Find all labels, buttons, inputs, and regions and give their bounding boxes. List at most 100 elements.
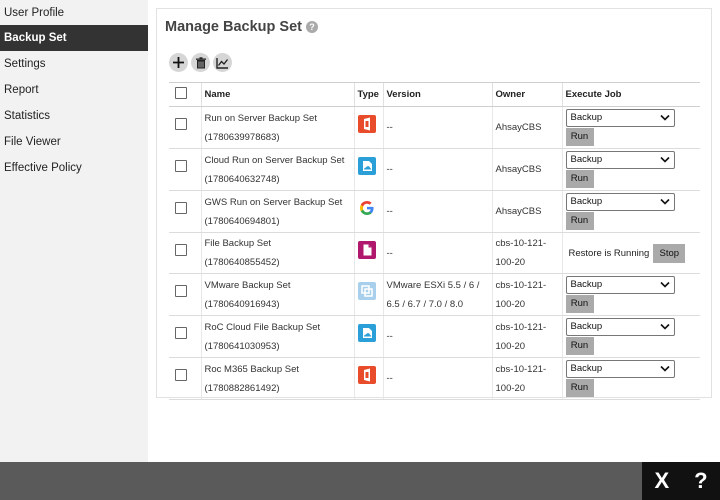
table-row: File Backup Set (1780640855452) -- cbs-10… xyxy=(169,232,700,274)
sidebar-item-statistics[interactable]: Statistics xyxy=(0,103,148,129)
version-cell: -- xyxy=(382,315,492,358)
backup-set-id: (1780640916943) xyxy=(204,298,280,310)
row-checkbox[interactable] xyxy=(175,118,187,130)
owner-cell: cbs-10-121-100-20 xyxy=(491,273,562,316)
bottom-actions: X ? xyxy=(642,462,720,500)
backup-set-name[interactable]: Run on Server Backup Set xyxy=(205,109,354,128)
backup-set-name-cell[interactable]: RoC Cloud File Backup Set (1780641030953) xyxy=(200,315,354,358)
version-cell: -- xyxy=(382,232,492,274)
version-cell: VMware ESXi 5.5 / 6 / 6.5 / 6.7 / 7.0 / … xyxy=(382,273,492,316)
column-header-type[interactable]: Type xyxy=(353,82,383,107)
chevron-down-icon xyxy=(659,114,670,121)
column-header-owner[interactable]: Owner xyxy=(491,82,562,107)
backup-set-name-cell[interactable]: Run on Server Backup Set (1780639978683) xyxy=(200,106,354,149)
chevron-down-icon xyxy=(659,198,670,205)
table-row: GWS Run on Server Backup Set (17806406948… xyxy=(169,190,700,233)
backup-set-id: (1780882861492) xyxy=(204,382,280,394)
version-cell: -- xyxy=(382,190,492,233)
row-checkbox[interactable] xyxy=(175,285,187,297)
table-row: RoC Cloud File Backup Set (1780641030953)… xyxy=(169,315,700,358)
sidebar-item-settings[interactable]: Settings xyxy=(0,51,148,77)
sidebar-item-backup-set[interactable]: Backup Set xyxy=(0,25,148,51)
owner-cell: AhsayCBS xyxy=(491,190,562,233)
backup-set-name[interactable]: Roc M365 Backup Set xyxy=(205,360,354,379)
table-header-row: Name Type Version Owner Execute Job xyxy=(169,82,700,107)
backup-set-name-cell[interactable]: File Backup Set (1780640855452) xyxy=(200,232,354,274)
sidebar: User Profile Backup Set Settings Report … xyxy=(0,0,148,462)
chart-icon[interactable] xyxy=(213,53,232,72)
backup-set-name-cell[interactable]: Cloud Run on Server Backup Set (178064063… xyxy=(200,148,354,191)
run-button[interactable]: Run xyxy=(565,128,594,146)
panel-header: Manage Backup Set ? xyxy=(165,19,318,35)
select-all-checkbox[interactable] xyxy=(175,87,187,99)
owner-cell: cbs-10-121-100-20 xyxy=(491,357,562,400)
backup-set-name[interactable]: GWS Run on Server Backup Set xyxy=(205,193,354,212)
chevron-down-icon xyxy=(659,365,670,372)
backup-set-name[interactable]: File Backup Set xyxy=(205,234,354,253)
google-icon xyxy=(357,199,376,217)
cloud-file-icon xyxy=(357,157,376,175)
owner-cell: AhsayCBS xyxy=(491,106,562,149)
backup-set-id: (1780639978683) xyxy=(204,131,280,143)
sidebar-item-file-viewer[interactable]: File Viewer xyxy=(0,129,148,155)
bottom-bar: X ? xyxy=(0,462,720,500)
backup-set-name-cell[interactable]: Roc M365 Backup Set (1780882861492) xyxy=(200,357,354,400)
office365-icon xyxy=(357,115,376,133)
add-icon[interactable] xyxy=(169,53,188,72)
toolbar xyxy=(169,53,232,72)
delete-icon[interactable] xyxy=(191,53,210,72)
sidebar-item-user-profile[interactable]: User Profile xyxy=(0,0,148,25)
stop-button[interactable]: Stop xyxy=(653,243,686,263)
run-button[interactable]: Run xyxy=(565,295,594,313)
row-checkbox[interactable] xyxy=(175,327,187,339)
owner-cell: cbs-10-121-100-20 xyxy=(491,232,562,274)
run-button[interactable]: Run xyxy=(565,212,594,230)
backup-set-name-cell[interactable]: GWS Run on Server Backup Set (17806406948… xyxy=(200,190,354,233)
chevron-down-icon xyxy=(659,323,670,330)
run-button[interactable]: Run xyxy=(565,379,594,397)
app-window: User Profile Backup Set Settings Report … xyxy=(0,0,720,500)
backup-set-name[interactable]: VMware Backup Set xyxy=(205,276,354,295)
chevron-down-icon xyxy=(659,156,670,163)
help-icon[interactable]: ? xyxy=(306,21,318,33)
page-title: Manage Backup Set xyxy=(165,19,302,35)
row-checkbox[interactable] xyxy=(175,202,187,214)
office365-icon xyxy=(357,366,376,384)
chevron-down-icon xyxy=(659,281,670,288)
sidebar-item-report[interactable]: Report xyxy=(0,77,148,103)
version-cell: -- xyxy=(382,148,492,191)
job-type-select[interactable]: Backup xyxy=(565,151,675,169)
backup-set-name-cell[interactable]: VMware Backup Set (1780640916943) xyxy=(200,273,354,316)
sidebar-item-effective-policy[interactable]: Effective Policy xyxy=(0,155,148,181)
column-header-execute-job: Execute Job xyxy=(561,82,700,107)
run-button[interactable]: Run xyxy=(565,337,594,355)
table-row: Run on Server Backup Set (1780639978683) … xyxy=(169,106,700,149)
vmware-icon xyxy=(357,282,376,300)
backup-set-id: (1780640855452) xyxy=(204,257,280,268)
row-checkbox[interactable] xyxy=(175,369,187,381)
help-icon[interactable]: ? xyxy=(694,468,707,494)
table-row: Cloud Run on Server Backup Set (178064063… xyxy=(169,148,700,191)
column-header-version[interactable]: Version xyxy=(382,82,492,107)
job-type-select[interactable]: Backup xyxy=(565,109,675,127)
backup-set-id: (1780640694801) xyxy=(204,215,280,227)
backup-set-name[interactable]: RoC Cloud File Backup Set xyxy=(205,318,354,337)
job-type-select[interactable]: Backup xyxy=(565,318,675,336)
backup-set-table: Name Type Version Owner Execute Job Run … xyxy=(169,82,700,400)
version-cell: -- xyxy=(382,357,492,400)
run-button[interactable]: Run xyxy=(565,170,594,188)
manage-backup-panel: Manage Backup Set ? Name Type Version Ow… xyxy=(156,8,712,400)
backup-set-name[interactable]: Cloud Run on Server Backup Set xyxy=(205,151,354,170)
column-header-name[interactable]: Name xyxy=(200,82,354,107)
owner-cell: AhsayCBS xyxy=(491,148,562,191)
restore-status-text: Restore is Running xyxy=(568,247,650,259)
row-checkbox[interactable] xyxy=(175,243,187,256)
owner-cell: cbs-10-121-100-20 xyxy=(491,315,562,358)
main-content: Manage Backup Set ? Name Type Version Ow… xyxy=(148,0,720,462)
close-icon[interactable]: X xyxy=(654,468,669,494)
table-row: Roc M365 Backup Set (1780882861492) -- cb… xyxy=(169,357,700,400)
job-type-select[interactable]: Backup xyxy=(565,276,675,294)
job-type-select[interactable]: Backup xyxy=(565,360,675,378)
job-type-select[interactable]: Backup xyxy=(565,193,675,211)
row-checkbox[interactable] xyxy=(175,160,187,172)
